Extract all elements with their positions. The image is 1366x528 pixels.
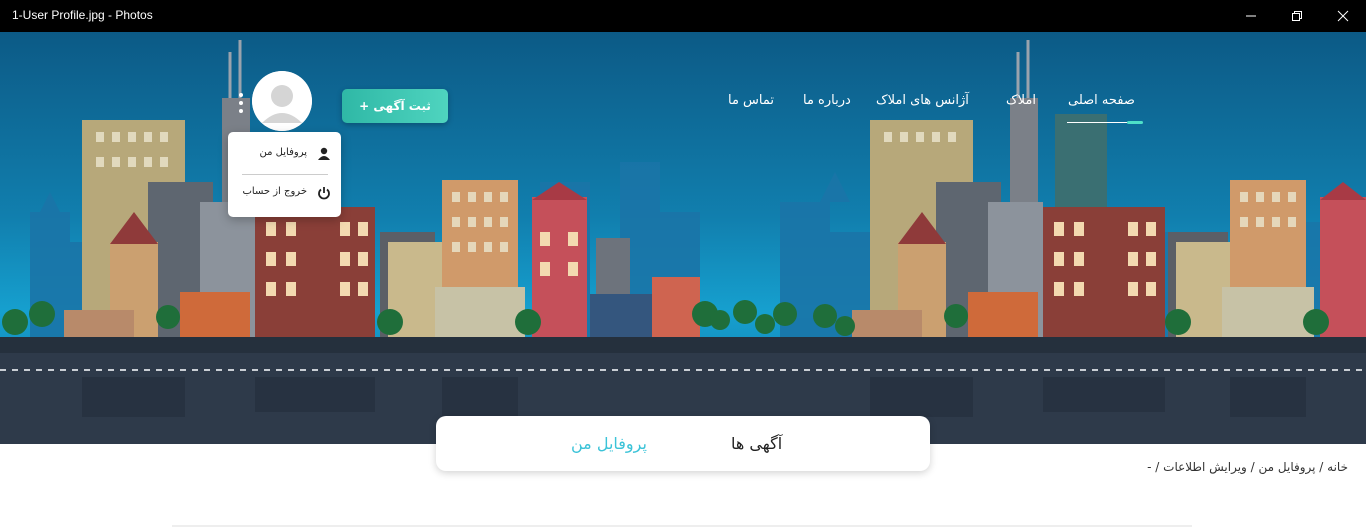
menu-divider xyxy=(242,174,328,175)
restore-button[interactable] xyxy=(1274,0,1320,32)
user-avatar-icon xyxy=(252,71,312,131)
add-listing-button[interactable]: ثبت آگهی + xyxy=(342,89,448,123)
menu-item-label: خروج از حساب xyxy=(242,186,307,197)
menu-item-my-profile[interactable]: پروفایل من xyxy=(228,140,341,168)
menu-item-label: پروفایل من xyxy=(259,147,307,158)
user-icon xyxy=(318,147,330,160)
close-icon xyxy=(1337,10,1349,22)
city-skyline-illustration xyxy=(0,40,1366,444)
tab-my-profile[interactable]: پروفایل من xyxy=(571,434,647,453)
nav-item-home[interactable]: صفحه اصلی xyxy=(1068,93,1135,108)
restore-icon xyxy=(1292,11,1302,21)
hero-banner xyxy=(0,32,1366,444)
avatar[interactable] xyxy=(252,71,312,131)
power-icon xyxy=(318,187,330,200)
minimize-icon xyxy=(1246,15,1256,17)
more-options-icon[interactable] xyxy=(238,93,244,117)
breadcrumb-text: خانه / پروفایل من / ویرایش اطلاعات / - xyxy=(1147,460,1348,474)
nav-item-about[interactable]: درباره ما xyxy=(803,93,851,108)
content-divider xyxy=(172,525,1192,527)
nav-active-indicator xyxy=(1067,121,1143,124)
user-menu-dropdown: پروفایل من خروج از حساب xyxy=(228,132,341,217)
menu-item-logout[interactable]: خروج از حساب xyxy=(228,179,341,207)
minimize-button[interactable] xyxy=(1228,0,1274,32)
window-title: 1-User Profile.jpg - Photos xyxy=(12,8,153,22)
window-titlebar: 1-User Profile.jpg - Photos xyxy=(0,0,1366,32)
nav-item-properties[interactable]: املاک xyxy=(1006,93,1036,108)
nav-item-contact[interactable]: تماس ما xyxy=(728,93,774,108)
tab-ads[interactable]: آگهی ها xyxy=(731,434,782,453)
nav-item-agencies[interactable]: آژانس های املاک xyxy=(876,93,969,108)
profile-tabs-card xyxy=(436,416,930,471)
breadcrumb: خانه / پروفایل من / ویرایش اطلاعات / - xyxy=(1147,460,1348,474)
close-button[interactable] xyxy=(1320,0,1366,32)
